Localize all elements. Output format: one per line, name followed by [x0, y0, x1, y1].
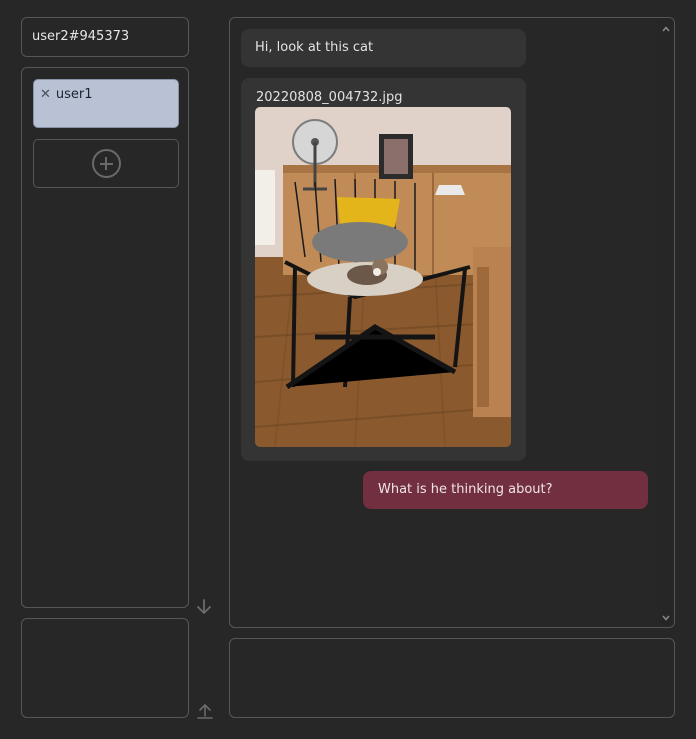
chevron-up-icon[interactable] [661, 23, 671, 33]
message-bubble-sent: What is he thinking about? [363, 471, 648, 509]
contact-item-user1[interactable]: ✕ user1 [33, 79, 179, 128]
message-text: What is he thinking about? [378, 482, 553, 497]
arrow-down-icon[interactable] [195, 598, 213, 616]
image-message-bubble: 20220808_004732.jpg [241, 78, 526, 461]
plus-circle-icon [91, 149, 121, 178]
attachment-panel [21, 618, 189, 718]
chevron-down-icon[interactable] [661, 612, 671, 622]
cat-photo[interactable] [255, 107, 511, 447]
contact-name: user1 [55, 87, 93, 102]
add-contact-button[interactable] [33, 139, 179, 188]
contacts-list: ✕ user1 [21, 67, 189, 608]
chat-messages-panel: Hi, look at this cat 20220808_004732.jpg [229, 17, 675, 628]
message-bubble-received: Hi, look at this cat [241, 29, 526, 67]
image-filename[interactable]: 20220808_004732.jpg [256, 90, 511, 105]
chat-scrollbar[interactable] [658, 18, 674, 627]
user-id-field[interactable]: user2#945373 [21, 17, 189, 57]
upload-icon[interactable] [196, 702, 214, 720]
user-id-text: user2#945373 [32, 29, 130, 44]
message-text: Hi, look at this cat [255, 40, 374, 55]
close-icon[interactable]: ✕ [40, 87, 51, 103]
message-input[interactable] [229, 638, 675, 718]
